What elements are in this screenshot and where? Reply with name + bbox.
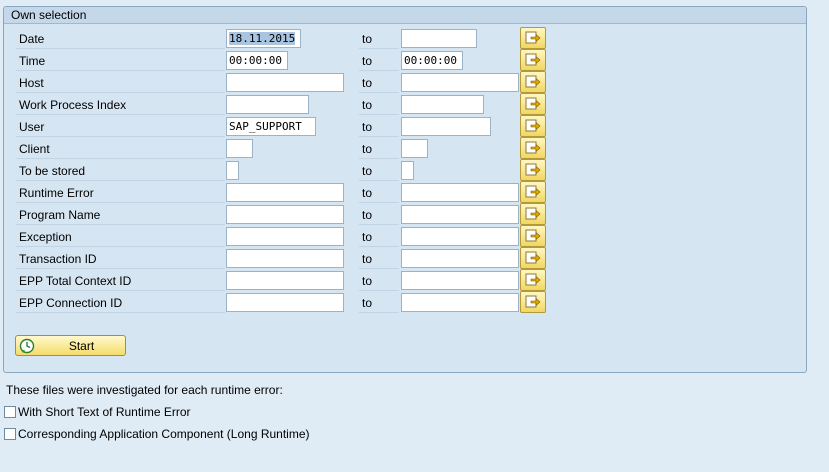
multiple-selection-button[interactable]	[520, 93, 546, 115]
selection-row: Program Name to	[0, 203, 829, 227]
selection-row: To be stored to	[0, 159, 829, 183]
multiple-selection-button[interactable]	[520, 203, 546, 225]
selection-row: Time 00:00:00 to 00:00:00	[0, 49, 829, 73]
multiple-selection-button[interactable]	[520, 49, 546, 71]
field-label: EPP Total Context ID	[16, 271, 225, 291]
info-text: These files were investigated for each r…	[6, 383, 283, 397]
selection-row: EPP Total Context ID to	[0, 269, 829, 293]
multiple-selection-button[interactable]	[520, 159, 546, 181]
to-input[interactable]	[401, 73, 519, 92]
selection-row: User SAP_SUPPORT to	[0, 115, 829, 139]
selection-row: Runtime Error to	[0, 181, 829, 205]
from-input[interactable]	[226, 183, 344, 202]
group-title-bar: Own selection	[4, 7, 806, 24]
field-label: Program Name	[16, 205, 225, 225]
to-label: to	[359, 205, 399, 225]
to-input[interactable]	[401, 183, 519, 202]
from-input[interactable]	[226, 205, 344, 224]
to-input[interactable]	[401, 29, 477, 48]
start-button[interactable]: Start	[15, 335, 126, 356]
from-input[interactable]	[226, 227, 344, 246]
multiple-selection-button[interactable]	[520, 27, 546, 49]
to-input[interactable]	[401, 117, 491, 136]
to-label: to	[359, 95, 399, 115]
field-label: Work Process Index	[16, 95, 225, 115]
selection-row: Exception to	[0, 225, 829, 249]
from-input[interactable]	[226, 293, 344, 312]
multiple-selection-button[interactable]	[520, 115, 546, 137]
selection-row: Work Process Index to	[0, 93, 829, 117]
from-input[interactable]	[226, 249, 344, 268]
field-label: Transaction ID	[16, 249, 225, 269]
selection-row: Client to	[0, 137, 829, 161]
to-input[interactable]	[401, 205, 519, 224]
to-label: to	[359, 139, 399, 159]
from-input[interactable]	[226, 271, 344, 290]
to-label: to	[359, 73, 399, 93]
field-label: Date	[16, 29, 225, 49]
multiple-selection-button[interactable]	[520, 247, 546, 269]
field-label: Exception	[16, 227, 225, 247]
from-input[interactable]	[226, 139, 253, 158]
selection-row: Transaction ID to	[0, 247, 829, 271]
to-input[interactable]	[401, 95, 484, 114]
multiple-selection-button[interactable]	[520, 181, 546, 203]
from-input[interactable]	[226, 95, 309, 114]
multiple-selection-button[interactable]	[520, 269, 546, 291]
to-input[interactable]	[401, 271, 519, 290]
to-label: to	[359, 183, 399, 203]
field-label: EPP Connection ID	[16, 293, 225, 313]
short-text-checkbox[interactable]	[4, 406, 16, 418]
from-input[interactable]	[226, 73, 344, 92]
to-input[interactable]	[401, 227, 519, 246]
field-label: User	[16, 117, 225, 137]
to-label: to	[359, 29, 399, 49]
field-label: Time	[16, 51, 225, 71]
selection-row: EPP Connection ID to	[0, 291, 829, 315]
to-label: to	[359, 293, 399, 313]
selection-row: Date 18.11.2015 to	[0, 27, 829, 51]
to-input[interactable]	[401, 161, 414, 180]
to-input[interactable]: 00:00:00	[401, 51, 463, 70]
to-label: to	[359, 271, 399, 291]
short-text-checkbox-label: With Short Text of Runtime Error	[18, 405, 191, 419]
app-component-checkbox[interactable]	[4, 428, 16, 440]
to-label: to	[359, 249, 399, 269]
to-input[interactable]	[401, 139, 428, 158]
selection-row: Host to	[0, 71, 829, 95]
field-label: Runtime Error	[16, 183, 225, 203]
to-label: to	[359, 227, 399, 247]
app-component-checkbox-label: Corresponding Application Component (Lon…	[18, 427, 310, 441]
multiple-selection-button[interactable]	[520, 71, 546, 93]
field-label: Host	[16, 73, 225, 93]
from-input[interactable]: SAP_SUPPORT	[226, 117, 316, 136]
to-label: to	[359, 161, 399, 181]
multiple-selection-button[interactable]	[520, 137, 546, 159]
to-label: to	[359, 51, 399, 71]
to-input[interactable]	[401, 293, 519, 312]
from-input[interactable]	[226, 161, 239, 180]
field-label: Client	[16, 139, 225, 159]
start-button-label: Start	[68, 339, 95, 353]
multiple-selection-button[interactable]	[520, 225, 546, 247]
from-input[interactable]: 00:00:00	[226, 51, 288, 70]
to-label: to	[359, 117, 399, 137]
to-input[interactable]	[401, 249, 519, 268]
group-title: Own selection	[11, 8, 87, 22]
field-label: To be stored	[16, 161, 225, 181]
from-input[interactable]: 18.11.2015	[226, 29, 301, 48]
multiple-selection-button[interactable]	[520, 291, 546, 313]
